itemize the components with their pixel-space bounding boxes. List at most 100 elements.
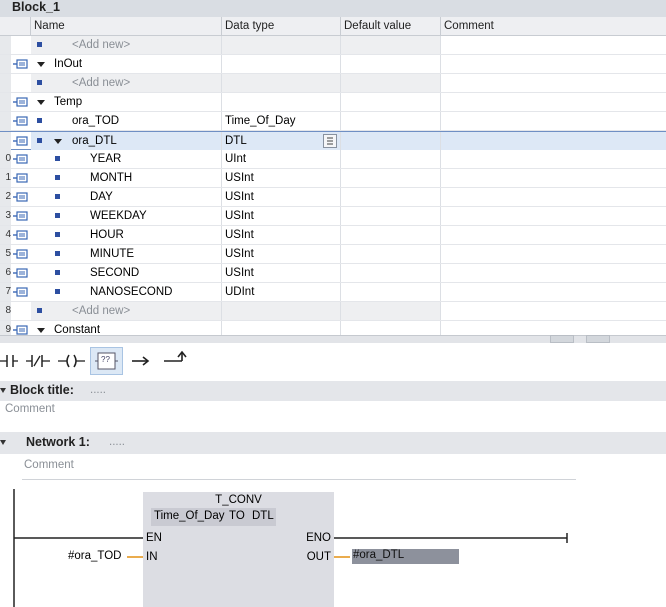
close-branch-icon[interactable]	[161, 347, 191, 375]
open-branch-icon[interactable]	[129, 347, 159, 375]
name-cell[interactable]: ora_DTL	[31, 132, 222, 150]
name-cell[interactable]: Constant	[31, 321, 222, 335]
comment-cell[interactable]	[441, 150, 666, 168]
collapse-triangle-icon[interactable]	[37, 100, 45, 105]
name-cell[interactable]: MONTH	[31, 169, 222, 187]
data-type-cell[interactable]	[222, 93, 341, 111]
default-value-cell[interactable]	[341, 150, 441, 168]
default-value-cell[interactable]	[341, 226, 441, 244]
comment-cell[interactable]	[441, 264, 666, 282]
data-type-cell[interactable]: UInt	[222, 150, 341, 168]
variable-name[interactable]: NANOSECOND	[90, 283, 172, 301]
variable-name[interactable]: SECOND	[90, 264, 139, 282]
default-value-cell[interactable]	[341, 302, 441, 320]
table-row[interactable]: 9 Constant	[0, 321, 666, 335]
table-row[interactable]: 8 <Add new>	[0, 302, 666, 321]
t-conv-box[interactable]: T_CONV Time_Of_Day TO DTL EN IN ENO OUT	[143, 492, 334, 607]
comment-cell[interactable]	[441, 132, 666, 150]
collapse-down-button[interactable]	[586, 335, 610, 343]
variable-name[interactable]: ora_DTL	[72, 132, 117, 150]
variable-name[interactable]: HOUR	[90, 226, 124, 244]
data-type-cell[interactable]: USInt	[222, 169, 341, 187]
default-value-cell[interactable]	[341, 321, 441, 335]
coil-icon[interactable]	[58, 347, 88, 375]
comment-cell[interactable]	[441, 93, 666, 111]
name-cell[interactable]: HOUR	[31, 226, 222, 244]
default-value-cell[interactable]	[341, 93, 441, 111]
comment-cell[interactable]	[441, 55, 666, 73]
variable-name[interactable]: Temp	[54, 93, 82, 111]
comment-cell[interactable]	[441, 112, 666, 130]
default-value-cell[interactable]	[341, 207, 441, 225]
name-cell[interactable]: <Add new>	[31, 302, 222, 320]
table-row[interactable]: 3 WEEKDAY USInt	[0, 207, 666, 226]
block-title-bar[interactable]: Block title: .....	[0, 381, 666, 401]
default-value-cell[interactable]	[341, 74, 441, 92]
name-cell[interactable]: <Add new>	[31, 36, 222, 54]
column-header-comment[interactable]: Comment	[441, 17, 666, 36]
default-value-cell[interactable]	[341, 169, 441, 187]
name-cell[interactable]: YEAR	[31, 150, 222, 168]
data-type-cell[interactable]: USInt	[222, 188, 341, 206]
comment-cell[interactable]	[441, 207, 666, 225]
type-picker-button[interactable]	[323, 134, 337, 148]
network-title-bar[interactable]: Network 1: .....	[0, 432, 666, 454]
comment-cell[interactable]	[441, 283, 666, 301]
block-comment-area[interactable]: Comment	[0, 401, 666, 431]
default-value-cell[interactable]	[341, 188, 441, 206]
table-row[interactable]: 1 MONTH USInt	[0, 169, 666, 188]
from-type-selector[interactable]: Time_Of_Day	[154, 510, 225, 522]
variable-name[interactable]: YEAR	[90, 150, 121, 168]
comment-cell[interactable]	[441, 36, 666, 54]
variable-name[interactable]: DAY	[90, 188, 113, 206]
table-row[interactable]: <Add new>	[0, 36, 666, 55]
nc-contact-icon[interactable]	[26, 347, 56, 375]
variable-name[interactable]: WEEKDAY	[90, 207, 147, 225]
in-operand[interactable]: #ora_TOD	[68, 550, 121, 562]
variable-name[interactable]: Constant	[54, 321, 100, 335]
variable-name[interactable]: MONTH	[90, 169, 132, 187]
table-row[interactable]: ora_DTL DTL	[0, 131, 666, 150]
comment-cell[interactable]	[441, 321, 666, 335]
data-type-cell[interactable]: USInt	[222, 264, 341, 282]
name-cell[interactable]: Temp	[31, 93, 222, 111]
name-cell[interactable]: ora_TOD	[31, 112, 222, 130]
add-new-entry[interactable]: <Add new>	[72, 302, 130, 320]
table-row[interactable]: 6 SECOND USInt	[0, 264, 666, 283]
column-header-data-type[interactable]: Data type	[222, 17, 341, 36]
collapse-up-button[interactable]	[550, 335, 574, 343]
table-row[interactable]: 2 DAY USInt	[0, 188, 666, 207]
variable-name[interactable]: InOut	[54, 55, 82, 73]
table-row[interactable]: Temp	[0, 93, 666, 112]
collapse-triangle-icon[interactable]	[37, 328, 45, 333]
table-row[interactable]: ora_TOD Time_Of_Day	[0, 112, 666, 131]
data-type-cell[interactable]: USInt	[222, 226, 341, 244]
data-type-cell[interactable]: USInt	[222, 245, 341, 263]
variable-name[interactable]: ora_TOD	[72, 112, 119, 130]
data-type-cell[interactable]	[222, 36, 341, 54]
data-type-cell[interactable]: Time_Of_Day	[222, 112, 341, 130]
variable-name[interactable]: MINUTE	[90, 245, 134, 263]
collapse-block-title-icon[interactable]	[0, 388, 6, 394]
column-header-name[interactable]: Name	[31, 17, 222, 36]
table-row[interactable]: InOut	[0, 55, 666, 74]
data-type-cell[interactable]	[222, 55, 341, 73]
default-value-cell[interactable]	[341, 112, 441, 130]
data-type-cell[interactable]	[222, 74, 341, 92]
add-new-entry[interactable]: <Add new>	[72, 36, 130, 54]
default-value-cell[interactable]	[341, 283, 441, 301]
collapse-network-icon[interactable]	[0, 440, 6, 446]
name-cell[interactable]: DAY	[31, 188, 222, 206]
comment-cell[interactable]	[441, 169, 666, 187]
default-value-cell[interactable]	[341, 245, 441, 263]
default-value-cell[interactable]	[341, 36, 441, 54]
comment-cell[interactable]	[441, 245, 666, 263]
column-header-default-value[interactable]: Default value	[341, 17, 441, 36]
table-row[interactable]: 4 HOUR USInt	[0, 226, 666, 245]
name-cell[interactable]: SECOND	[31, 264, 222, 282]
table-row[interactable]: <Add new>	[0, 74, 666, 93]
out-operand-field[interactable]: #ora_DTL	[352, 549, 459, 564]
name-cell[interactable]: InOut	[31, 55, 222, 73]
data-type-cell[interactable]: UDInt	[222, 283, 341, 301]
name-cell[interactable]: MINUTE	[31, 245, 222, 263]
